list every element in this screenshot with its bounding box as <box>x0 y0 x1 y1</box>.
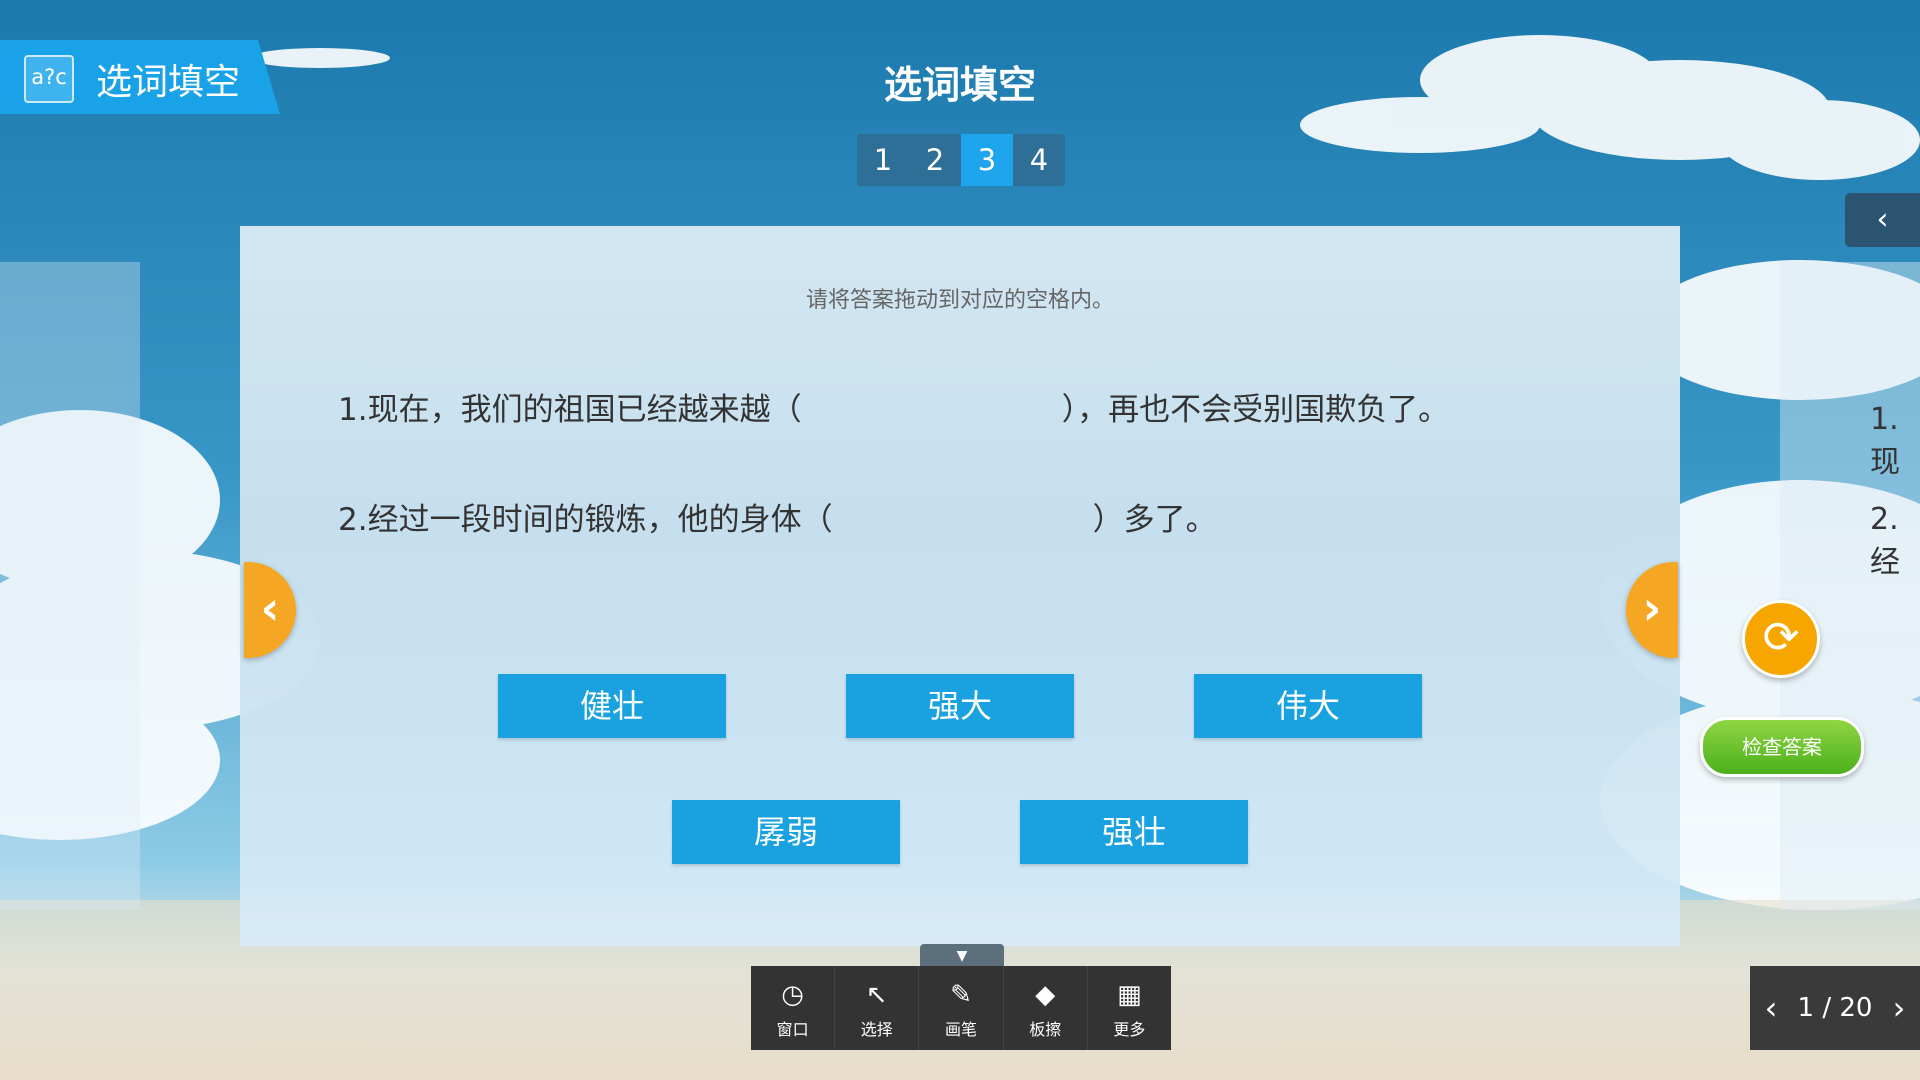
preview-line-1: 1.现 <box>1870 402 1900 480</box>
tool-label: 选择 <box>860 1020 893 1039</box>
tool-select[interactable]: ↖ 选择 <box>835 966 920 1050</box>
pen-icon: ✎ <box>950 980 972 1010</box>
option-chip[interactable]: 伟大 <box>1194 674 1422 738</box>
tool-more[interactable]: ▦ 更多 <box>1088 966 1171 1050</box>
preview-line-2: 2.经 <box>1870 502 1900 580</box>
clock-icon: ◷ <box>781 980 804 1010</box>
tool-label: 更多 <box>1113 1020 1146 1039</box>
next-page-button[interactable]: › <box>1878 989 1920 1027</box>
tool-label: 画笔 <box>945 1020 978 1039</box>
slide-page-counter: ‹ 1 / 20 › <box>1750 966 1920 1050</box>
next-slide-preview <box>1780 262 1920 910</box>
pager-item-1[interactable]: 1 <box>857 134 909 186</box>
question-2-after: ）多了。 <box>1092 502 1217 538</box>
chevron-left-icon: ‹ <box>260 581 280 635</box>
collapse-panel-button[interactable]: ‹ <box>1845 193 1920 247</box>
tool-label: 窗口 <box>776 1020 809 1039</box>
option-chip[interactable]: 强壮 <box>1020 800 1248 864</box>
refresh-icon: ⟳ <box>1762 612 1800 663</box>
chevron-left-icon: ‹ <box>1876 202 1889 237</box>
question-2-before: 2.经过一段时间的锻炼，他的身体（ <box>338 502 833 538</box>
page-counter-text: 1 / 20 <box>1797 993 1873 1023</box>
option-chip[interactable]: 强大 <box>846 674 1074 738</box>
prev-page-button[interactable]: ‹ <box>1750 989 1792 1027</box>
previous-slide-preview <box>0 262 140 910</box>
option-chip[interactable]: 孱弱 <box>672 800 900 864</box>
question-1: 1.现在，我们的祖国已经越来越（ ），再也不会受别国欺负了。 <box>338 384 1449 429</box>
pager-item-2[interactable]: 2 <box>909 134 961 186</box>
pager-item-3[interactable]: 3 <box>961 134 1013 186</box>
exercise-card: 请将答案拖动到对应的空格内。 1.现在，我们的祖国已经越来越（ ），再也不会受别国… <box>240 226 1680 946</box>
reset-button[interactable]: ⟳ <box>1742 600 1820 678</box>
toolbar-toggle[interactable]: ▼ <box>920 944 1004 968</box>
instruction-text: 请将答案拖动到对应的空格内。 <box>805 288 1114 313</box>
tool-label: 板擦 <box>1029 1020 1062 1039</box>
tool-eraser[interactable]: ◆ 板擦 <box>1004 966 1088 1050</box>
question-1-before: 1.现在，我们的祖国已经越来越（ <box>338 392 802 428</box>
question-1-after: ），再也不会受别国欺负了。 <box>1061 392 1450 428</box>
pointer-icon: ↖ <box>865 980 888 1010</box>
chevron-right-icon: › <box>1642 581 1662 635</box>
page-title: 选词填空 <box>883 63 1036 107</box>
caret-down-icon: ▼ <box>956 948 968 964</box>
option-chip[interactable]: 健壮 <box>498 674 726 738</box>
pager-item-4[interactable]: 4 <box>1013 134 1065 186</box>
eraser-icon: ◆ <box>1035 980 1056 1010</box>
tool-window[interactable]: ◷ 窗口 <box>751 966 836 1050</box>
question-pager: 1 2 3 4 <box>857 134 1065 186</box>
grid-icon: ▦ <box>1117 980 1142 1010</box>
question-2: 2.经过一段时间的锻炼，他的身体（ ）多了。 <box>338 494 1217 539</box>
tool-pen[interactable]: ✎ 画笔 <box>919 966 1004 1050</box>
bottom-toolbar: ◷ 窗口 ↖ 选择 ✎ 画笔 ◆ 板擦 ▦ 更多 <box>751 966 1171 1050</box>
check-answer-button[interactable]: 检查答案 <box>1700 717 1864 777</box>
